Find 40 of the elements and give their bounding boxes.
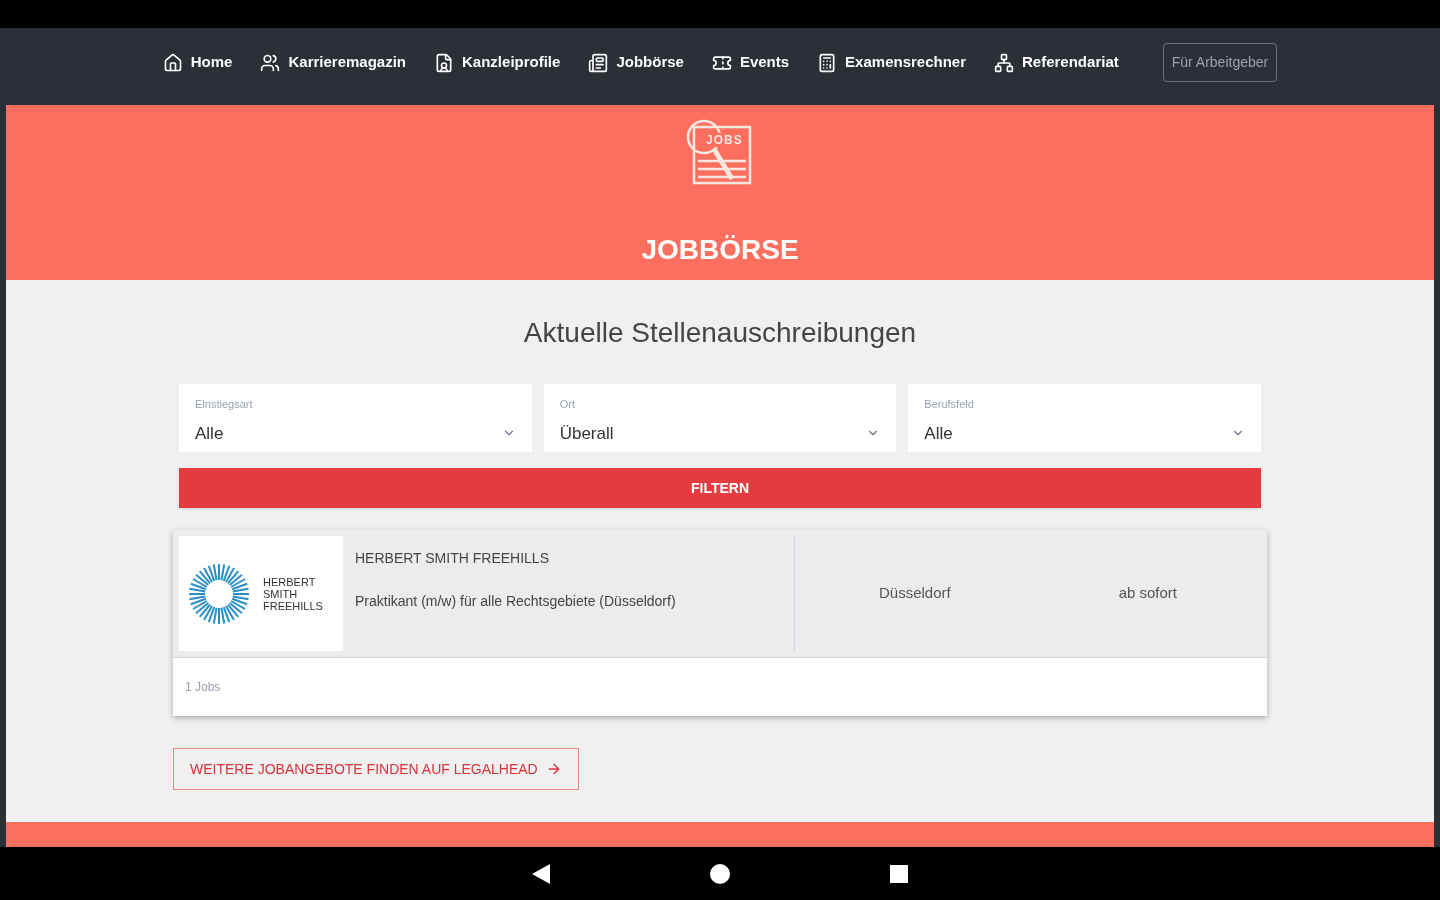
dropdown-label: Berufsfeld (924, 397, 975, 412)
nav-link[interactable]: Home (162, 51, 233, 74)
calculator-icon (817, 52, 838, 73)
filter-dropdown[interactable]: Berufsfeld Alle (908, 384, 1261, 452)
dropdown-label: Ort (559, 397, 576, 412)
employer-button[interactable]: Für Arbeitgeber (1162, 43, 1278, 82)
dropdown-value: Alle (195, 422, 224, 445)
dropdown-value: Überall (559, 422, 614, 445)
logo-text: SMITH (263, 587, 299, 600)
job-row[interactable]: HERBERT SMITH FREEHILLS HERBERT SMITH FREEHILLS Praktikant (m/w) für alle Rechtsgebiete (Düsseldorf) Düsseldorf ab sofort (173, 530, 1267, 658)
filter-dropdown[interactable]: Ort Überall (543, 384, 897, 452)
job-location: Düsseldorf (878, 583, 951, 604)
filter-dropdown[interactable]: Einstiegsart Alle (179, 384, 532, 452)
newspaper-icon (588, 52, 609, 73)
filter-button[interactable]: FILTERN (179, 468, 1261, 508)
nav-link[interactable]: Examensrechner (817, 51, 966, 74)
sunburst-logo-icon (187, 561, 251, 626)
job-count: 1 Jobs (185, 679, 221, 696)
page-title: JOBBÖRSE (641, 233, 799, 267)
logo-text: HERBERT (263, 575, 317, 588)
nav-link[interactable]: Jobbörse (588, 51, 684, 74)
more-jobs-button[interactable]: WEITERE JOBANGEBOTE FINDEN AUF LEGALHEAD (173, 748, 579, 790)
company-name: HERBERT SMITH FREEHILLS (355, 549, 550, 568)
network-icon (994, 52, 1014, 73)
profile-icon (434, 52, 455, 73)
nav-link[interactable]: Events (711, 51, 790, 74)
job-start: ab sofort (1118, 583, 1177, 604)
home-circle-icon[interactable] (710, 863, 730, 884)
recents-square-icon[interactable] (890, 864, 908, 883)
job-title: Praktikant (m/w) für alle Rechtsgebiete (Düsseldorf) (355, 592, 677, 611)
back-icon[interactable] (532, 863, 550, 884)
people-icon (260, 52, 281, 73)
logo-text: FREEHILLS (263, 599, 323, 612)
home-icon (162, 52, 183, 73)
nav-link[interactable]: Kanzleiprofile (434, 51, 561, 74)
nav-link[interactable]: Karrieremagazin (260, 51, 407, 74)
dropdown-label: Einstiegsart (195, 397, 254, 412)
dropdown-value: Alle (924, 422, 953, 445)
section-title: Aktuelle Stellenauschreibungen (523, 316, 917, 350)
nav-link[interactable]: Referendariat (994, 51, 1119, 74)
